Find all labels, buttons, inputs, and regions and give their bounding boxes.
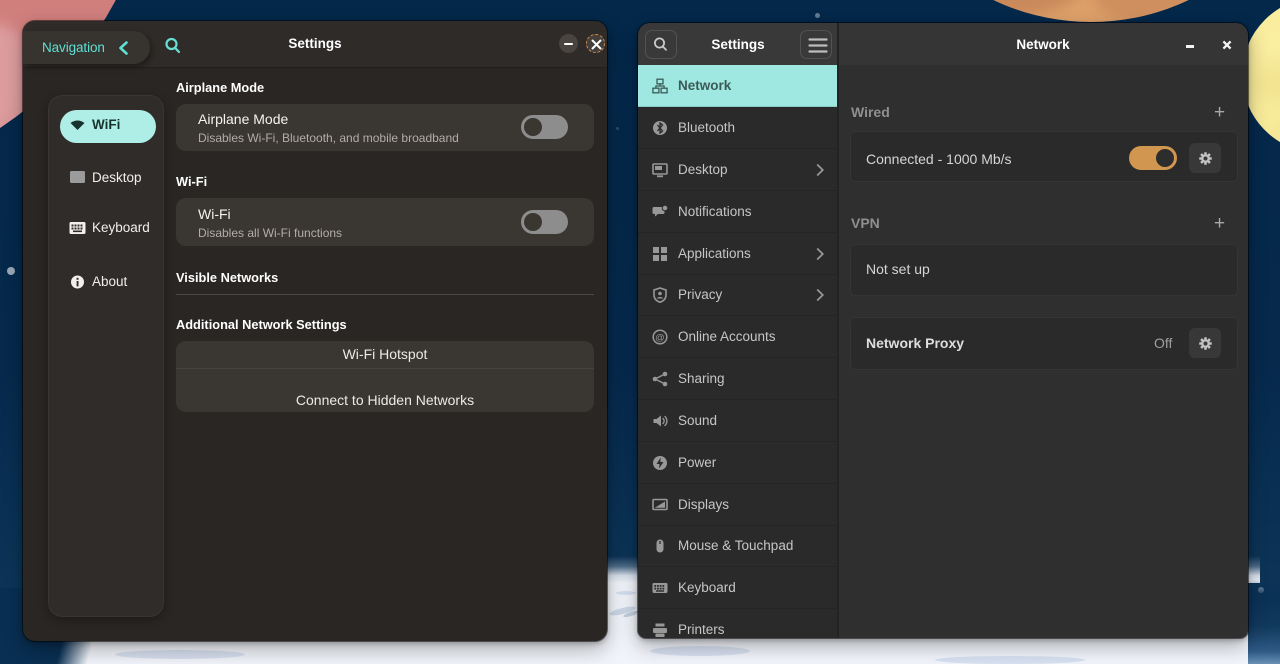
svg-text:@: @	[655, 332, 665, 343]
